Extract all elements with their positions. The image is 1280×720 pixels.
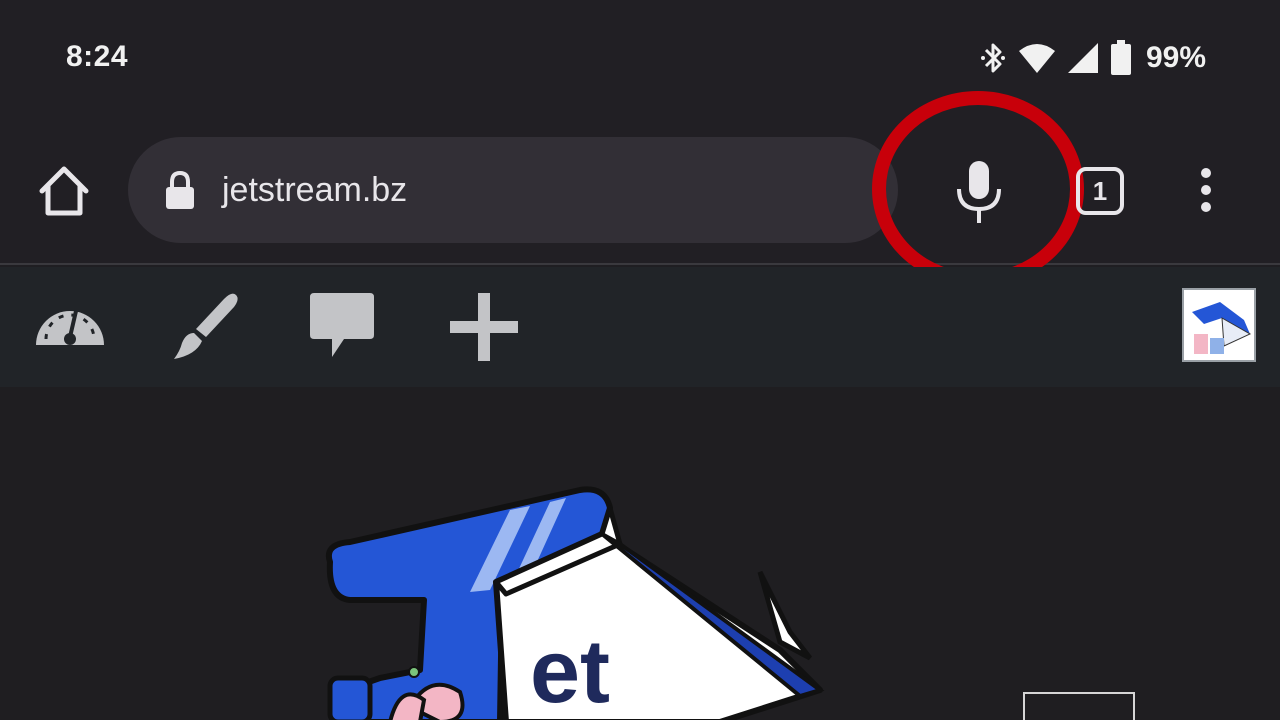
battery-percent: 99% bbox=[1145, 41, 1206, 74]
site-logo-icon bbox=[1192, 302, 1252, 354]
browser-toolbar: jetstream.bz 1 bbox=[0, 91, 1280, 287]
battery-icon bbox=[1110, 40, 1131, 75]
address-bar[interactable]: jetstream.bz bbox=[128, 137, 898, 243]
url-text[interactable]: jetstream.bz bbox=[222, 171, 407, 210]
status-icons: 99% bbox=[978, 38, 1206, 78]
microphone-highlight-circle bbox=[872, 91, 1084, 287]
more-vert-icon[interactable] bbox=[1192, 167, 1220, 213]
status-bar: 8:24 99% bbox=[0, 0, 1280, 115]
page-content: et bbox=[0, 387, 1280, 720]
new-plus-icon[interactable] bbox=[446, 289, 522, 365]
jetstream-logo: et bbox=[326, 486, 825, 720]
cell-signal-icon bbox=[1067, 43, 1098, 73]
customize-brush-icon[interactable] bbox=[166, 289, 242, 365]
status-time: 8:24 bbox=[66, 40, 129, 73]
bluetooth-icon bbox=[980, 43, 1005, 73]
admin-bar bbox=[0, 267, 1280, 387]
site-avatar[interactable] bbox=[1182, 288, 1256, 362]
comments-icon[interactable] bbox=[306, 289, 382, 365]
wifi-icon bbox=[1018, 44, 1055, 73]
svg-text:et: et bbox=[530, 622, 610, 720]
dashboard-icon[interactable] bbox=[32, 289, 108, 365]
home-icon[interactable] bbox=[36, 163, 92, 219]
tab-switcher-button[interactable]: 1 bbox=[1076, 167, 1124, 215]
content-box bbox=[1023, 692, 1135, 720]
lock-icon bbox=[166, 170, 194, 209]
